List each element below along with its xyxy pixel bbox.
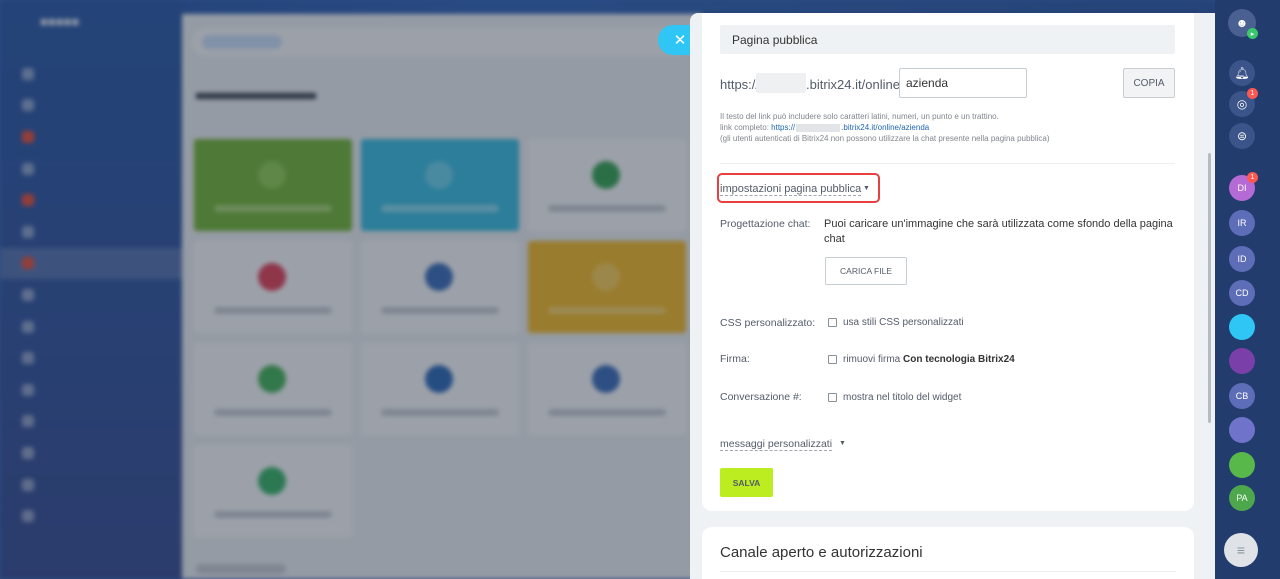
- chat-search-icon[interactable]: ⊜: [1229, 123, 1255, 149]
- avatar-di[interactable]: DI 1: [1229, 172, 1258, 201]
- public-url-input[interactable]: [899, 68, 1027, 98]
- signature-brand: Con tecnologia Bitrix24: [903, 354, 1015, 365]
- upload-file-button[interactable]: CARICA FILE: [825, 257, 907, 285]
- redacted-domain: [796, 123, 841, 132]
- conversation-label: Conversazione #:: [720, 391, 802, 403]
- signature-checkbox[interactable]: [828, 355, 837, 364]
- open-channel-title: Canale aperto e autorizzazioni: [720, 544, 923, 561]
- open-channel-card: Canale aperto e autorizzazioni: [702, 527, 1194, 579]
- avatar-pa[interactable]: PA: [1229, 485, 1255, 511]
- scrollbar[interactable]: [1208, 153, 1211, 423]
- save-button[interactable]: SALVA: [720, 468, 773, 497]
- activity-icon[interactable]: ◎ 1: [1229, 88, 1258, 117]
- redacted-domain: [756, 73, 806, 93]
- signature-label: Firma:: [720, 353, 750, 365]
- chat-design-label: Progettazione chat:: [720, 218, 811, 230]
- section-title: Pagina pubblica: [720, 25, 1175, 54]
- avatar-cb[interactable]: CB: [1229, 383, 1255, 409]
- conversation-option-label: mostra nel titolo del widget: [843, 392, 962, 403]
- public-page-settings-toggle[interactable]: impostazioni pagina pubblica: [720, 183, 862, 196]
- custom-messages-toggle[interactable]: messaggi personalizzati: [720, 438, 833, 451]
- bell-icon[interactable]: 🔔︎: [1229, 60, 1255, 86]
- css-checkbox[interactable]: [828, 318, 837, 327]
- settings-slider: Pagina pubblica https:// .bitrix24.it/on…: [690, 13, 1215, 579]
- full-link[interactable]: https://.bitrix24.it/online/azienda: [771, 123, 929, 132]
- conversation-checkbox[interactable]: [828, 393, 837, 402]
- notification-badge: 1: [1247, 88, 1258, 99]
- avatar-cd[interactable]: CD: [1229, 280, 1255, 306]
- chat-bubble-icon[interactable]: [1229, 314, 1255, 340]
- caret-down-icon: ▼: [863, 185, 870, 192]
- close-icon: ✕: [673, 32, 687, 49]
- url-prefix: https://: [720, 77, 760, 92]
- hint-full-link: link completo: https://.bitrix24.it/onli…: [720, 123, 929, 132]
- divider: [720, 163, 1175, 164]
- hint-full-link-label: link completo:: [720, 123, 772, 132]
- css-option-label: usa stili CSS personalizzati: [843, 317, 964, 328]
- notification-badge: 1: [1247, 172, 1258, 183]
- signature-option-label: rimuovi firma Con tecnologia Bitrix24: [843, 354, 1015, 365]
- avatar-ir[interactable]: IR: [1229, 210, 1255, 236]
- hint-auth-users: (gli utenti autenticati di Bitrix24 non …: [720, 134, 1050, 143]
- user-avatar[interactable]: ☻ ▸: [1228, 9, 1258, 39]
- group-icon[interactable]: [1229, 417, 1255, 443]
- group-green-icon[interactable]: [1229, 452, 1255, 478]
- hint-allowed-chars: Il testo del link può includere solo car…: [720, 112, 999, 121]
- menu-icon[interactable]: ≡: [1224, 533, 1258, 567]
- divider: [720, 571, 1176, 572]
- copy-button[interactable]: COPIA: [1123, 68, 1175, 98]
- chat-design-description: Puoi caricare un'immagine che sarà utili…: [824, 218, 1173, 245]
- avatar-colorful[interactable]: [1229, 348, 1255, 374]
- avatar-id[interactable]: ID: [1229, 246, 1255, 272]
- public-page-card: Pagina pubblica https:// .bitrix24.it/on…: [702, 13, 1194, 511]
- url-suffix: .bitrix24.it/online/: [806, 77, 904, 92]
- caret-down-icon: ▼: [839, 440, 846, 447]
- css-label: CSS personalizzato:: [720, 317, 816, 329]
- right-rail: ☻ ▸ 🔔︎ ◎ 1 ⊜ DI 1 IR ID CD CB PA ≡: [1215, 0, 1280, 579]
